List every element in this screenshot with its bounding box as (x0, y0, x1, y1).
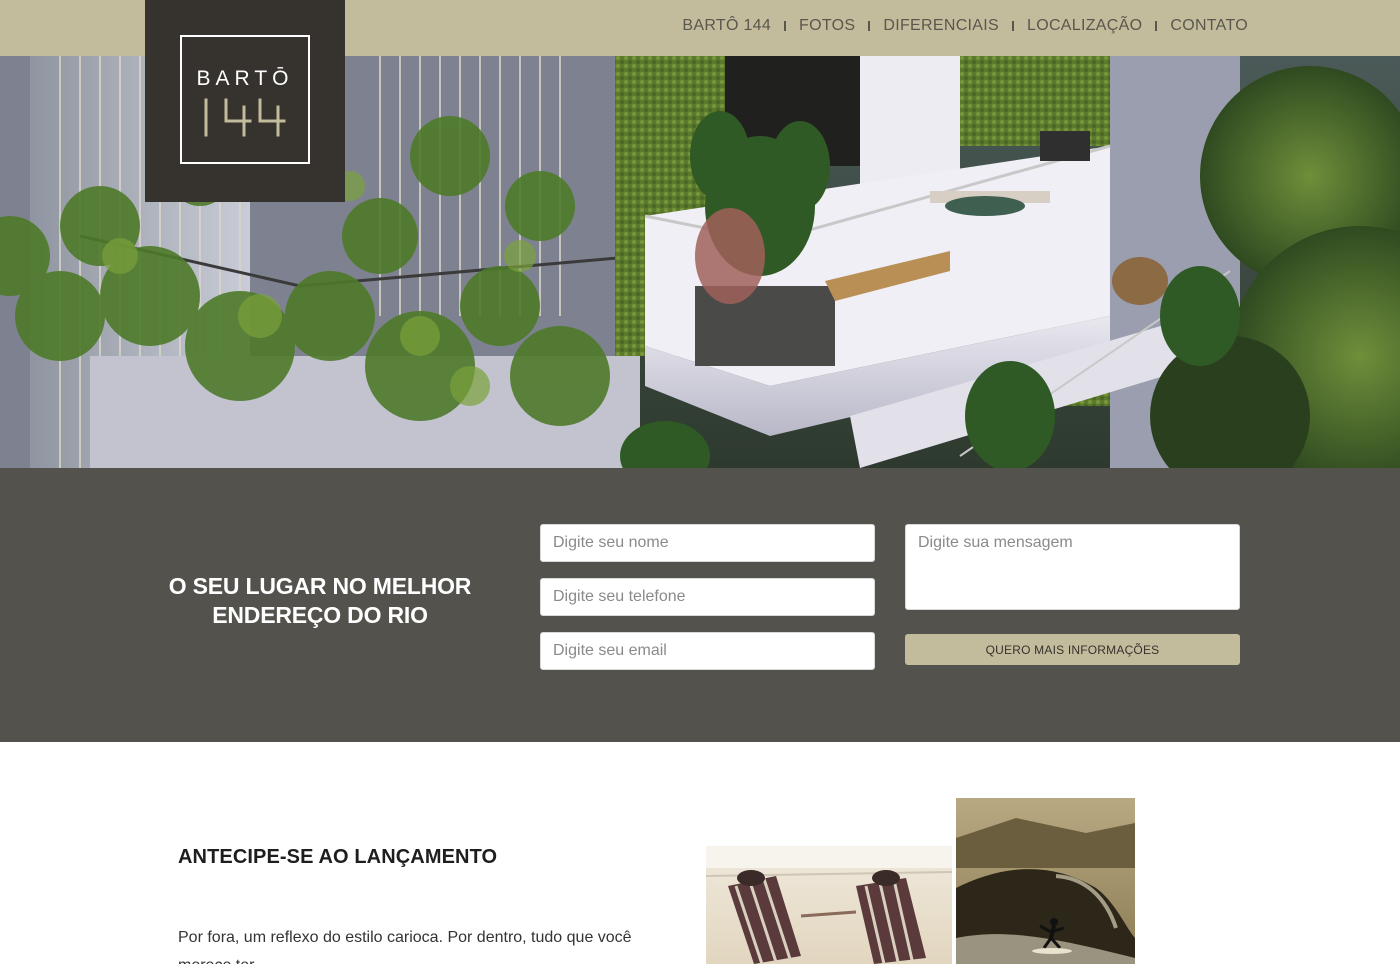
section-text: Por fora, um reflexo do estilo carioca. … (178, 929, 632, 964)
nav-link-contato[interactable]: CONTATO (1170, 17, 1248, 35)
email-input[interactable] (540, 632, 875, 670)
nav-divider (784, 21, 787, 31)
nav-link-diferenciais[interactable]: DIFERENCIAIS (883, 17, 999, 35)
submit-button[interactable]: QUERO MAIS INFORMAÇÕES (905, 634, 1240, 665)
nav-divider (1155, 21, 1158, 31)
photo-beach-chairs (706, 846, 952, 964)
main-nav: BARTÔ 144 FOTOS DIFERENCIAIS LOCALIZAÇÃO… (682, 17, 1248, 35)
nav-link-fotos[interactable]: FOTOS (799, 17, 855, 35)
nav-link-localizacao[interactable]: LOCALIZAÇÃO (1027, 17, 1142, 35)
lead-form-section: O SEU LUGAR NO MELHOR ENDEREÇO DO RIO QU… (0, 468, 1400, 742)
nav-link-barto-144[interactable]: BARTÔ 144 (682, 17, 771, 35)
phone-input[interactable] (540, 578, 875, 616)
logo-wordmark: BARTŌ (196, 67, 294, 90)
name-input[interactable] (540, 524, 875, 562)
section-title: ANTECIPE-SE AO LANÇAMENTO (178, 846, 498, 868)
message-textarea[interactable] (905, 524, 1240, 610)
site-logo[interactable]: BARTŌ (145, 0, 345, 202)
nav-divider (1012, 21, 1014, 31)
logo-frame: BARTŌ (180, 35, 310, 164)
form-tagline: O SEU LUGAR NO MELHOR ENDEREÇO DO RIO (168, 573, 472, 628)
photo-surfer (956, 798, 1135, 964)
logo-number-144 (204, 98, 286, 137)
nav-divider (868, 21, 871, 31)
